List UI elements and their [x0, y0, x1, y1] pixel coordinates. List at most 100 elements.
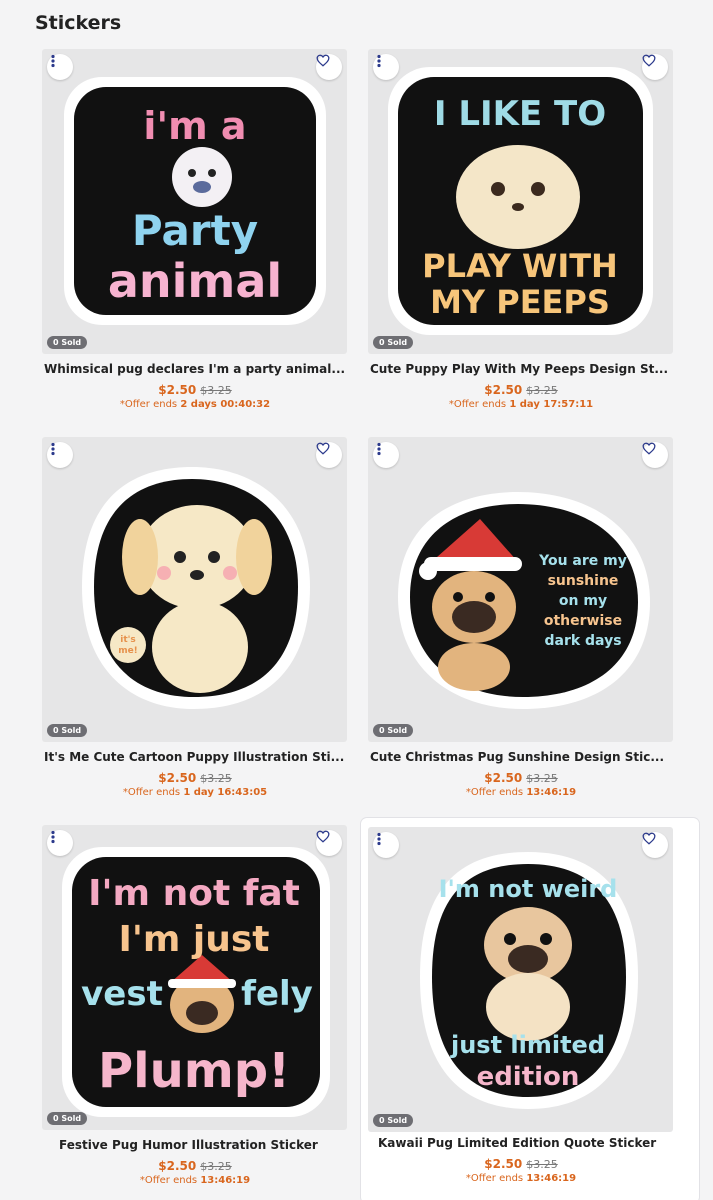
- favorite-button[interactable]: [316, 830, 342, 856]
- page-title: Stickers: [35, 12, 122, 34]
- offer-time: 13:46:19: [526, 787, 577, 798]
- offer-time: 2 days 00:40:32: [180, 399, 271, 410]
- sticker-line-2: sunshine: [548, 573, 619, 589]
- offer-time: 13:46:19: [200, 1175, 251, 1186]
- sticker-illustration: I LIKE TO PLAY WITH MY PEEPS: [388, 67, 653, 335]
- sticker-illustration: You are my sunshine on my otherwise dark…: [398, 492, 650, 709]
- sticker-line-1: I'm not fat: [88, 873, 300, 914]
- more-vertical-icon: [377, 54, 381, 68]
- product-card[interactable]: I LIKE TO PLAY WITH MY PEEPS 0 Sold Cute…: [361, 40, 699, 425]
- more-options-button[interactable]: [373, 832, 399, 858]
- sticker-line-2: me!: [118, 646, 138, 656]
- heart-outline-icon: [316, 54, 330, 67]
- original-price: $3.25: [526, 772, 558, 785]
- sticker-line-1: I'm not weird: [439, 875, 618, 903]
- product-title[interactable]: Cute Puppy Play With My Peeps Design St.…: [370, 362, 690, 376]
- offer-countdown: *Offer ends 1 day 17:57:11: [361, 399, 681, 410]
- sticker-line-5: Plump!: [98, 1043, 290, 1099]
- product-title[interactable]: It's Me Cute Cartoon Puppy Illustration …: [44, 750, 364, 764]
- sticker-illustration: it's me!: [82, 467, 310, 709]
- sticker-line-3: animal: [108, 254, 282, 308]
- price-row: $2.50 $3.25: [361, 1157, 681, 1171]
- sold-badge: 0 Sold: [47, 336, 88, 349]
- sticker-illustration: i'm a Party animal: [64, 77, 326, 325]
- more-options-button[interactable]: [47, 54, 73, 80]
- sticker-line-3: edition: [477, 1062, 580, 1092]
- more-options-button[interactable]: [373, 442, 399, 468]
- heart-outline-icon: [642, 832, 656, 845]
- sticker-line-1: it's: [120, 635, 136, 645]
- offer-label: *Offer ends: [122, 787, 181, 798]
- price-row: $2.50 $3.25: [35, 383, 355, 397]
- more-vertical-icon: [51, 830, 55, 844]
- favorite-button[interactable]: [642, 54, 668, 80]
- favorite-button[interactable]: [316, 54, 342, 80]
- heart-outline-icon: [316, 830, 330, 843]
- more-options-button[interactable]: [47, 830, 73, 856]
- original-price: $3.25: [200, 772, 232, 785]
- product-title[interactable]: Festive Pug Humor Illustration Sticker: [59, 1138, 379, 1152]
- more-vertical-icon: [51, 54, 55, 68]
- sticker-illustration: I'm not weird just limited edition: [420, 852, 638, 1109]
- heart-outline-icon: [642, 54, 656, 67]
- product-image[interactable]: I'm not weird just limited edition 0 Sol…: [368, 827, 673, 1132]
- product-image[interactable]: i'm a Party animal 0 Sold: [42, 49, 347, 354]
- more-options-button[interactable]: [47, 442, 73, 468]
- offer-label: *Offer ends: [139, 1175, 198, 1186]
- offer-label: *Offer ends: [465, 787, 524, 798]
- offer-time: 13:46:19: [526, 1173, 577, 1184]
- sold-badge: 0 Sold: [373, 724, 414, 737]
- offer-time: 1 day 17:57:11: [509, 399, 594, 410]
- more-vertical-icon: [377, 442, 381, 456]
- sticker-line-3: MY PEEPS: [430, 283, 610, 321]
- sticker-line-2: Party: [132, 206, 258, 255]
- product-image[interactable]: I LIKE TO PLAY WITH MY PEEPS 0 Sold: [368, 49, 673, 354]
- sold-badge: 0 Sold: [47, 724, 88, 737]
- product-title[interactable]: Cute Christmas Pug Sunshine Design Stic.…: [370, 750, 690, 764]
- product-card[interactable]: i'm a Party animal 0 Sold Whimsical pug …: [35, 40, 373, 425]
- sticker-line-1: i'm a: [143, 104, 246, 148]
- original-price: $3.25: [526, 384, 558, 397]
- sticker-illustration: I'm not fat I'm just vest fely Plump!: [62, 847, 330, 1117]
- more-vertical-icon: [51, 442, 55, 456]
- price: $2.50: [158, 383, 197, 397]
- favorite-button[interactable]: [642, 442, 668, 468]
- price: $2.50: [484, 383, 523, 397]
- offer-countdown: *Offer ends 13:46:19: [361, 1173, 681, 1184]
- price: $2.50: [158, 1159, 197, 1173]
- favorite-button[interactable]: [316, 442, 342, 468]
- offer-countdown: *Offer ends 1 day 16:43:05: [35, 787, 355, 798]
- favorite-button[interactable]: [642, 832, 668, 858]
- sticker-line-1: You are my: [538, 553, 627, 569]
- product-card[interactable]: You are my sunshine on my otherwise dark…: [361, 428, 699, 813]
- offer-countdown: *Offer ends 2 days 00:40:32: [35, 399, 355, 410]
- sticker-line-2: just limited: [450, 1031, 605, 1059]
- product-title[interactable]: Kawaii Pug Limited Edition Quote Sticker: [378, 1136, 698, 1150]
- product-card[interactable]: it's me! 0 Sold It's Me Cute Cartoon Pup…: [35, 428, 373, 813]
- original-price: $3.25: [526, 1158, 558, 1171]
- heart-outline-icon: [316, 442, 330, 455]
- product-image[interactable]: I'm not fat I'm just vest fely Plump! 0 …: [42, 825, 347, 1130]
- offer-countdown: *Offer ends 13:46:19: [361, 787, 681, 798]
- product-image[interactable]: it's me! 0 Sold: [42, 437, 347, 742]
- price: $2.50: [484, 771, 523, 785]
- price-row: $2.50 $3.25: [35, 771, 355, 785]
- price-row: $2.50 $3.25: [361, 383, 681, 397]
- sticker-line-1: I LIKE TO: [434, 94, 606, 134]
- sold-badge: 0 Sold: [47, 1112, 88, 1125]
- sticker-line-3: vest: [81, 974, 163, 1014]
- product-card[interactable]: I'm not weird just limited edition 0 Sol…: [361, 818, 699, 1200]
- offer-label: *Offer ends: [465, 1173, 524, 1184]
- sticker-line-2: PLAY WITH: [422, 247, 618, 285]
- more-options-button[interactable]: [373, 54, 399, 80]
- offer-label: *Offer ends: [119, 399, 178, 410]
- sticker-line-4: otherwise: [544, 613, 622, 629]
- sold-badge: 0 Sold: [373, 336, 414, 349]
- product-card[interactable]: I'm not fat I'm just vest fely Plump! 0 …: [35, 816, 373, 1200]
- original-price: $3.25: [200, 384, 232, 397]
- offer-label: *Offer ends: [448, 399, 507, 410]
- price: $2.50: [484, 1157, 523, 1171]
- sticker-line-2: I'm just: [118, 919, 269, 960]
- product-image[interactable]: You are my sunshine on my otherwise dark…: [368, 437, 673, 742]
- product-title[interactable]: Whimsical pug declares I'm a party anima…: [44, 362, 364, 376]
